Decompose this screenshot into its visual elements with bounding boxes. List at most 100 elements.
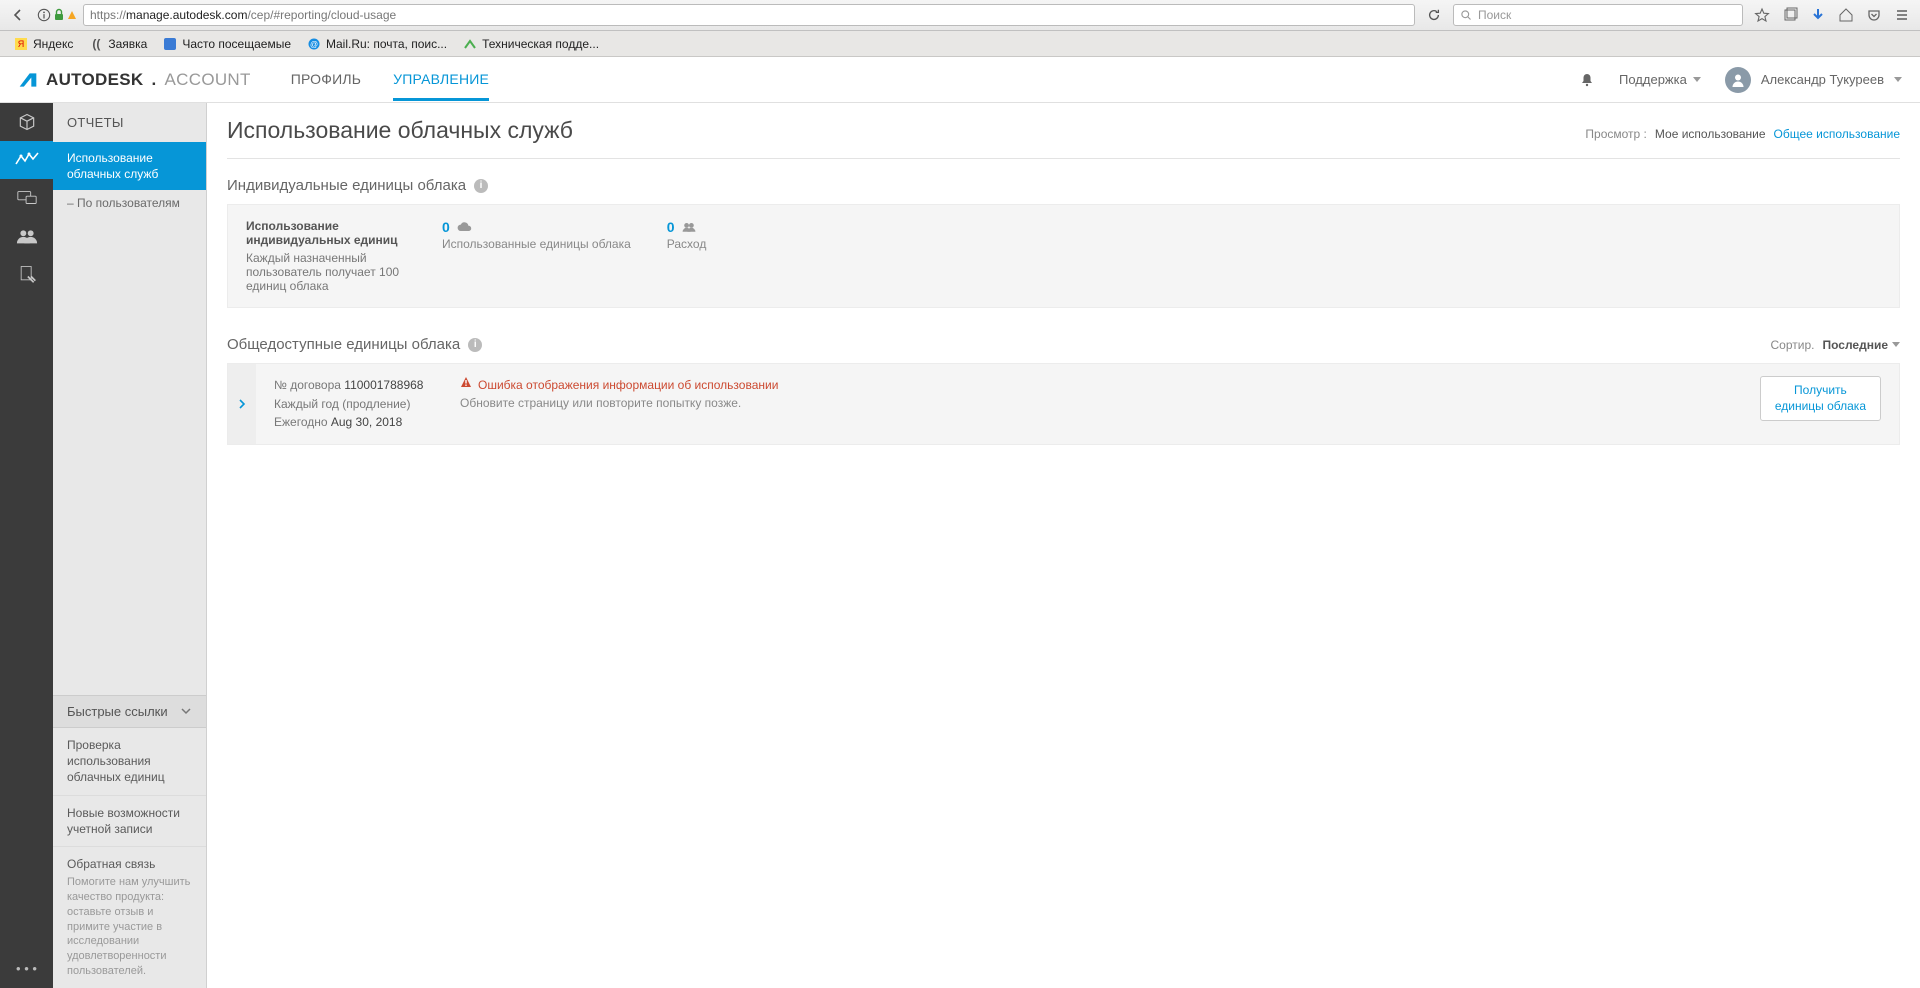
error-title-text: Ошибка отображения информации об использ… [478, 376, 778, 394]
rail-devices[interactable] [0, 179, 53, 217]
bookmark-item[interactable]: (( Заявка [83, 34, 153, 54]
contract-card: № договора 110001788968 Каждый год (прод… [227, 363, 1900, 445]
contract-renew-prefix: Ежегодно [274, 415, 328, 429]
warning-icon [67, 10, 77, 20]
user-menu[interactable]: Александр Тукуреев [1725, 67, 1902, 93]
info-icon [37, 8, 51, 22]
favicon-icon [463, 37, 477, 51]
quick-links-header[interactable]: Быстрые ссылки [53, 695, 206, 728]
bookmark-item[interactable]: Часто посещаемые [157, 34, 297, 54]
tab-management[interactable]: УПРАВЛЕНИЕ [393, 59, 489, 101]
contract-number: 110001788968 [344, 378, 423, 392]
quick-link-desc: Помогите нам улучшить качество продукта:… [67, 872, 192, 979]
rail-more[interactable]: • • • [16, 961, 37, 988]
notifications-button[interactable] [1579, 72, 1595, 88]
bookmarks-bar: ЯЯндекс (( Заявка Часто посещаемые @Mail.… [0, 31, 1920, 57]
contract-period: Каждый год (продление) [274, 395, 424, 414]
section1-text: Индивидуальные единицы облака [227, 177, 466, 194]
logo-main: AUTODESK [46, 70, 144, 90]
logo[interactable]: AUTODESK. ACCOUNT [18, 70, 251, 90]
main-content: Использование облачных служб Просмотр : … [207, 103, 1920, 988]
error-desc: Обновите страницу или повторите попытку … [460, 394, 778, 412]
view-switch: Просмотр : Мое использование Общее испол… [1585, 127, 1900, 141]
avatar [1725, 67, 1751, 93]
favicon-icon: @ [307, 37, 321, 51]
bookmark-star-button[interactable] [1749, 4, 1775, 26]
favicon-icon [163, 37, 177, 51]
browser-right-icons [1749, 4, 1915, 26]
favicon-icon: (( [89, 37, 103, 51]
expand-toggle[interactable] [228, 364, 256, 444]
rail-products[interactable] [0, 103, 53, 141]
browser-search[interactable]: Поиск [1453, 4, 1743, 26]
view-label: Просмотр : [1585, 127, 1646, 141]
error-block: Ошибка отображения информации об использ… [460, 376, 778, 412]
header-right: Поддержка Александр Тукуреев [1579, 67, 1902, 93]
sidebar-item-by-users[interactable]: – По пользователям [53, 190, 206, 216]
get-credits-l1: Получить [1794, 383, 1847, 397]
support-link[interactable]: Поддержка [1619, 72, 1701, 87]
home-button[interactable] [1833, 4, 1859, 26]
library-button[interactable] [1777, 4, 1803, 26]
rail-users[interactable] [0, 217, 53, 255]
sort-value: Последние [1822, 338, 1888, 352]
url-bar[interactable]: https://manage.autodesk.com/cep/#reporti… [83, 4, 1415, 26]
get-credits-button[interactable]: Получить единицы облака [1760, 376, 1881, 421]
downloads-button[interactable] [1805, 4, 1831, 26]
contract-info: № договора 110001788968 Каждый год (прод… [274, 376, 424, 432]
identity-box[interactable] [37, 8, 77, 22]
autodesk-logo-icon [18, 70, 38, 90]
url-path: /cep/#reporting/cloud-usage [247, 8, 396, 22]
user-name: Александр Тукуреев [1761, 72, 1884, 87]
get-credits-l2: единицы облака [1775, 399, 1866, 413]
view-shared-usage[interactable]: Общее использование [1774, 127, 1900, 141]
info-icon[interactable]: i [468, 338, 482, 352]
quick-links-title: Быстрые ссылки [67, 704, 168, 719]
rail-reports[interactable] [0, 141, 53, 179]
back-button[interactable] [5, 4, 31, 26]
sort-label: Сортир. [1771, 338, 1815, 352]
warning-icon [460, 376, 472, 388]
bookmark-item[interactable]: Техническая подде... [457, 34, 605, 54]
divider [227, 158, 1900, 159]
bookmark-label: Техническая подде... [482, 37, 599, 51]
lock-icon [53, 8, 65, 22]
expense-value: 0 [667, 219, 675, 235]
bookmark-label: Заявка [108, 37, 147, 51]
url-prefix: https:// [90, 8, 126, 22]
logo-sub: ACCOUNT [165, 70, 251, 90]
quick-link-label: Обратная связь [67, 857, 155, 871]
rail-contracts[interactable] [0, 255, 53, 293]
menu-button[interactable] [1889, 4, 1915, 26]
svg-text:@: @ [310, 40, 318, 49]
url-domain: manage.autodesk.com [126, 8, 247, 22]
users-icon [681, 221, 697, 233]
used-label: Использованные единицы облака [442, 235, 631, 251]
quick-link[interactable]: Новые возможности учетной записи [53, 796, 206, 847]
view-my-usage: Мое использование [1655, 127, 1766, 141]
cloud-icon [456, 221, 472, 233]
quick-link[interactable]: Обратная связь Помогите нам улучшить кач… [53, 847, 206, 988]
ind-usage-title: Использование индивидуальных единиц [246, 219, 406, 247]
info-icon[interactable]: i [474, 179, 488, 193]
pocket-button[interactable] [1861, 4, 1887, 26]
page-title: Использование облачных служб [227, 117, 573, 144]
tab-profile[interactable]: ПРОФИЛЬ [291, 59, 361, 101]
reload-button[interactable] [1421, 4, 1447, 26]
individual-card: Использование индивидуальных единиц Кажд… [227, 204, 1900, 308]
section-shared-title: Общедоступные единицы облака i [227, 336, 482, 353]
bookmark-item[interactable]: ЯЯндекс [8, 34, 79, 54]
quick-link[interactable]: Проверка использования облачных единиц [53, 728, 206, 796]
sort-control[interactable]: Сортир. Последние [1771, 338, 1901, 352]
app-header: AUTODESK. ACCOUNT ПРОФИЛЬ УПРАВЛЕНИЕ Под… [0, 57, 1920, 103]
used-value: 0 [442, 219, 450, 235]
search-placeholder: Поиск [1478, 8, 1511, 22]
chevron-down-icon [1892, 342, 1900, 347]
bookmark-item[interactable]: @Mail.Ru: почта, поис... [301, 34, 453, 54]
sidebar-item-cloud-usage[interactable]: Использование облачных служб [53, 142, 206, 190]
browser-toolbar: https://manage.autodesk.com/cep/#reporti… [0, 0, 1920, 31]
bookmark-label: Часто посещаемые [182, 37, 291, 51]
expense-label: Расход [667, 235, 707, 251]
section2-text: Общедоступные единицы облака [227, 336, 460, 353]
bookmark-label: Яндекс [33, 37, 73, 51]
